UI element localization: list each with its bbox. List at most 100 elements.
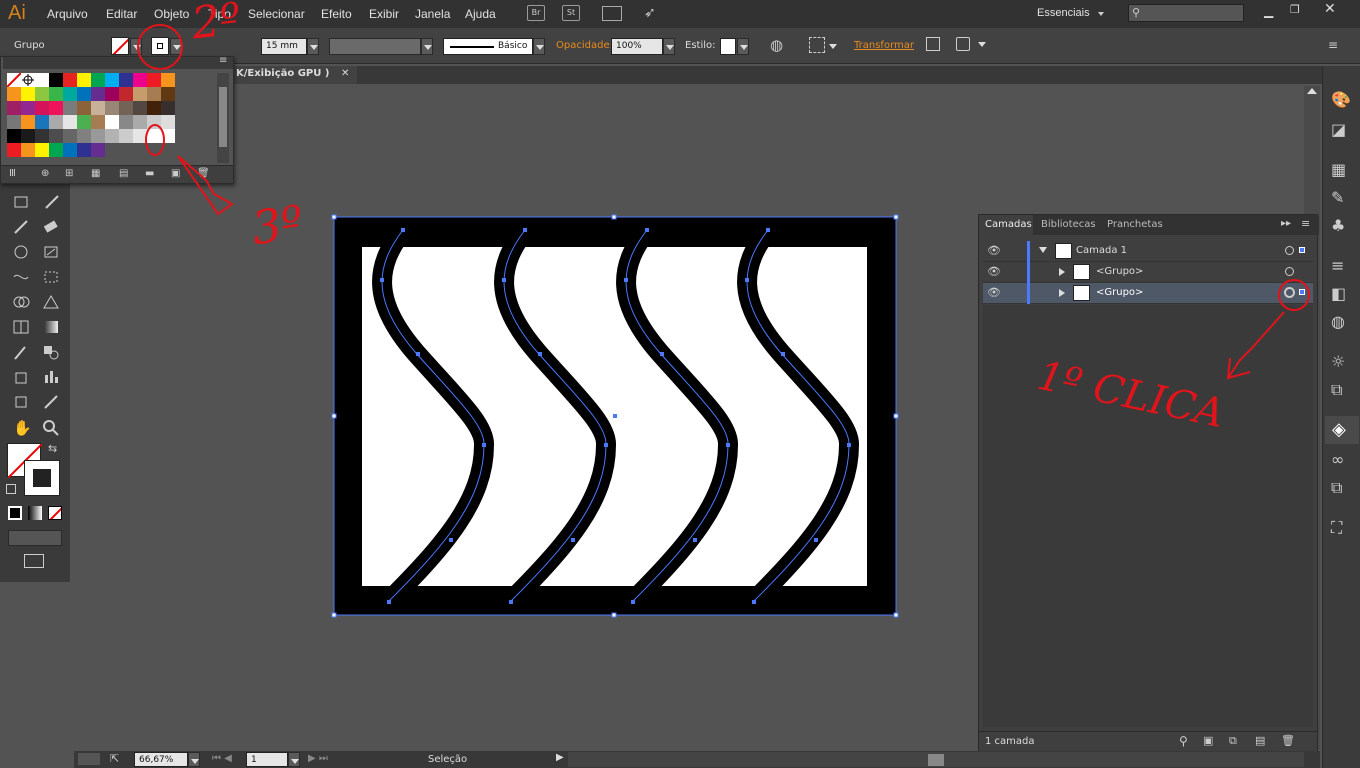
- default-colors-icon[interactable]: [6, 484, 16, 494]
- artboards-icon[interactable]: ⧉: [1331, 478, 1353, 498]
- artboard-dropdown[interactable]: [288, 752, 300, 767]
- transparency-icon[interactable]: ◍: [1331, 312, 1353, 332]
- color-swatch[interactable]: [77, 87, 91, 101]
- gpu-icon[interactable]: [78, 753, 100, 765]
- color-swatch[interactable]: [35, 115, 49, 129]
- color-swatch[interactable]: [7, 87, 21, 101]
- share-icon[interactable]: ⇱: [110, 752, 119, 765]
- artboard-field[interactable]: 1: [246, 752, 288, 767]
- color-swatch[interactable]: [21, 101, 35, 115]
- color-swatch[interactable]: [63, 143, 77, 157]
- color-swatch[interactable]: [91, 129, 105, 143]
- color-swatch[interactable]: [133, 87, 147, 101]
- color-swatch[interactable]: [63, 101, 77, 115]
- panel-menu-icon[interactable]: ≡: [1301, 217, 1310, 230]
- color-swatch[interactable]: [7, 115, 21, 129]
- color-swatch[interactable]: [35, 101, 49, 115]
- collapse-panel-icon[interactable]: ▸▸: [1281, 218, 1291, 229]
- color-swatch[interactable]: [7, 129, 21, 143]
- gradient-mode-icon[interactable]: [28, 506, 42, 520]
- color-guide-icon[interactable]: ◪: [1331, 120, 1353, 140]
- color-swatch[interactable]: [35, 129, 49, 143]
- layer-row[interactable]: 👁 Camada 1: [983, 241, 1313, 262]
- shape-builder-tool[interactable]: [10, 292, 32, 312]
- delete-swatch-icon[interactable]: 🗑: [197, 168, 210, 179]
- eye-icon[interactable]: 👁: [987, 286, 1001, 299]
- color-swatch[interactable]: [91, 87, 105, 101]
- color-swatch[interactable]: [63, 87, 77, 101]
- folder-icon[interactable]: ▬: [145, 168, 154, 179]
- stroke-panel-icon[interactable]: ≡: [1331, 256, 1353, 276]
- perspective-grid-tool[interactable]: [40, 292, 62, 312]
- swatch-options-icon[interactable]: ▦: [91, 168, 100, 179]
- color-swatch[interactable]: [133, 143, 147, 157]
- gradient-tool[interactable]: [40, 317, 62, 337]
- show-kinds-icon[interactable]: ⊞: [65, 168, 73, 179]
- transform-panel-icon[interactable]: ⛶: [1331, 518, 1353, 538]
- target-icon[interactable]: [1285, 267, 1294, 276]
- color-swatch[interactable]: [63, 129, 77, 143]
- eye-icon[interactable]: 👁: [987, 265, 1001, 278]
- brush-tool[interactable]: [40, 192, 62, 212]
- cc-libraries-icon[interactable]: ∞: [1331, 450, 1353, 470]
- eye-icon[interactable]: 👁: [987, 244, 1001, 257]
- color-swatch[interactable]: [119, 73, 133, 87]
- expand-triangle-icon[interactable]: [1059, 289, 1065, 297]
- graphic-styles-icon[interactable]: ⧉: [1331, 380, 1353, 400]
- color-swatch[interactable]: [105, 87, 119, 101]
- rotate-tool[interactable]: [10, 242, 32, 262]
- color-swatch[interactable]: [21, 143, 35, 157]
- color-swatch[interactable]: [63, 73, 77, 87]
- pencil-tool[interactable]: [10, 217, 32, 237]
- brushes-icon[interactable]: ✎: [1331, 188, 1353, 208]
- eyedropper-tool[interactable]: [10, 342, 32, 362]
- color-swatch[interactable]: [77, 143, 91, 157]
- delete-layer-icon[interactable]: 🗑: [1281, 734, 1295, 747]
- slice-tool[interactable]: [40, 392, 62, 412]
- screen-mode-icon[interactable]: [24, 554, 44, 568]
- drawing-modes[interactable]: [8, 530, 62, 546]
- layer-row-selected[interactable]: 👁 <Grupo>: [983, 283, 1313, 304]
- blend-tool[interactable]: [40, 342, 62, 362]
- color-swatch[interactable]: [105, 101, 119, 115]
- color-swatch[interactable]: [105, 115, 119, 129]
- swatches-scrollbar[interactable]: [217, 73, 229, 163]
- color-swatch[interactable]: [119, 87, 133, 101]
- color-swatch[interactable]: [105, 129, 119, 143]
- color-swatch[interactable]: [147, 101, 161, 115]
- color-swatch[interactable]: [7, 101, 21, 115]
- clipping-mask-icon[interactable]: ▣: [1203, 734, 1213, 747]
- layer-name[interactable]: Camada 1: [1076, 245, 1127, 256]
- color-mode-icon[interactable]: [8, 506, 22, 520]
- color-swatch[interactable]: [21, 87, 35, 101]
- expand-triangle-icon[interactable]: [1039, 247, 1047, 253]
- color-swatch[interactable]: [49, 115, 63, 129]
- color-swatch[interactable]: [35, 87, 49, 101]
- first-artboard-icon[interactable]: ⏮ ◀: [212, 753, 232, 764]
- swatch-libraries-icon[interactable]: Ⅲ: [9, 168, 16, 179]
- color-swatch[interactable]: [49, 87, 63, 101]
- expand-triangle-icon[interactable]: [1059, 268, 1065, 276]
- color-swatch[interactable]: [77, 115, 91, 129]
- color-swatch[interactable]: [35, 143, 49, 157]
- eraser-tool[interactable]: [40, 217, 62, 237]
- symbols-icon[interactable]: ♣: [1331, 216, 1353, 236]
- selection-indicator-icon[interactable]: [1299, 247, 1305, 253]
- tab-bibliotecas[interactable]: Bibliotecas: [1041, 219, 1096, 230]
- color-swatch[interactable]: [133, 73, 147, 87]
- color-swatch[interactable]: [119, 143, 133, 157]
- color-swatch[interactable]: [91, 115, 105, 129]
- horizontal-scrollbar[interactable]: [568, 752, 1304, 767]
- tab-pranchetas[interactable]: Pranchetas: [1107, 219, 1163, 230]
- rectangle-tool[interactable]: [10, 192, 32, 212]
- new-layer-icon[interactable]: ▤: [1255, 734, 1265, 747]
- width-tool[interactable]: [10, 267, 32, 287]
- mesh-tool[interactable]: [10, 317, 32, 337]
- color-swatch[interactable]: [133, 115, 147, 129]
- column-graph-tool[interactable]: [40, 367, 62, 387]
- new-sublayer-icon[interactable]: ⧉: [1229, 734, 1237, 748]
- color-swatch[interactable]: [91, 73, 105, 87]
- zoom-dropdown[interactable]: [188, 752, 200, 767]
- color-swatch[interactable]: [49, 143, 63, 157]
- color-swatch[interactable]: [161, 101, 175, 115]
